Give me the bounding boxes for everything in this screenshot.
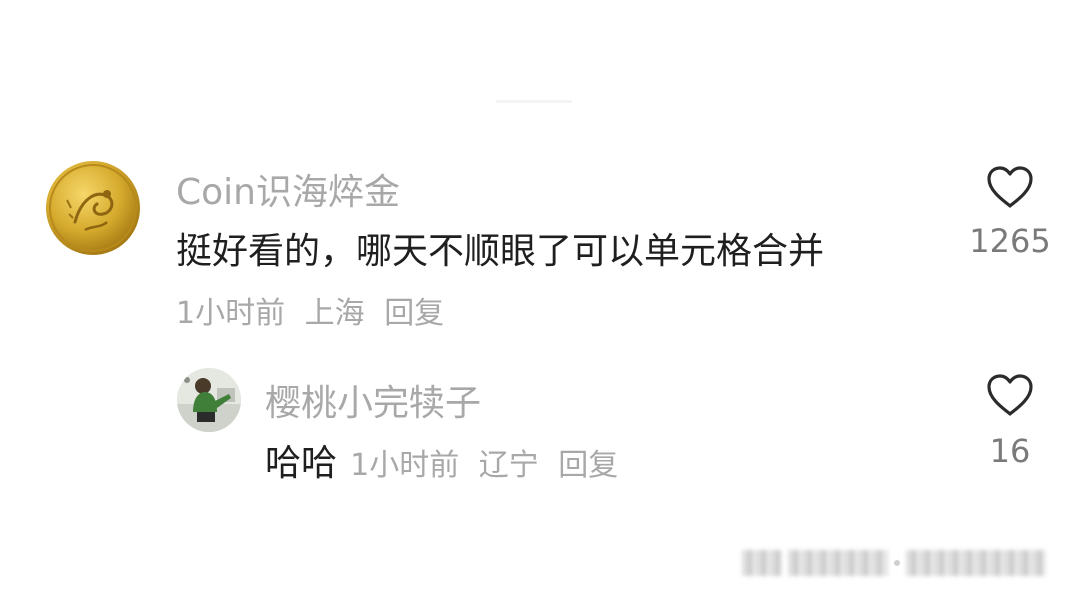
avatar[interactable] <box>45 160 141 256</box>
reply-text-line: 哈哈 1小时前 辽宁 回复 <box>265 434 618 486</box>
comment-username[interactable]: Coin识海焠金 <box>176 163 400 215</box>
comment-location: 上海 <box>304 296 365 331</box>
like-button[interactable]: 1265 <box>962 160 1058 260</box>
comment-section: Coin识海焠金 挺好看的，哪天不顺眼了可以单元格合并 1小时前 上海 回复 1… <box>0 0 1080 609</box>
gold-dragon-coin-icon <box>46 161 140 255</box>
reply-time: 1小时前 <box>350 448 460 483</box>
comment-time: 1小时前 <box>176 296 286 331</box>
like-count: 1265 <box>969 222 1051 260</box>
heart-icon[interactable] <box>985 372 1035 418</box>
reply-meta: 1小时前 辽宁 回复 <box>350 448 618 483</box>
blurred-watermark-icon <box>742 545 1052 581</box>
reply-button[interactable]: 回复 <box>384 288 444 332</box>
comment-meta: 1小时前 上海 回复 <box>176 288 444 332</box>
comment-text: 挺好看的，哪天不顺眼了可以单元格合并 <box>176 231 825 272</box>
reply-button[interactable]: 回复 <box>558 448 618 483</box>
like-button[interactable]: 16 <box>962 372 1058 470</box>
avatar[interactable] <box>177 368 241 432</box>
reply-location: 辽宁 <box>478 448 539 483</box>
heart-icon[interactable] <box>985 164 1035 210</box>
like-count: 16 <box>989 432 1031 470</box>
reply-text: 哈哈 <box>265 443 338 484</box>
drag-handle[interactable] <box>496 100 572 103</box>
cartoon-figure-icon <box>177 368 241 432</box>
reply-username[interactable]: 樱桃小完犊子 <box>265 374 481 426</box>
